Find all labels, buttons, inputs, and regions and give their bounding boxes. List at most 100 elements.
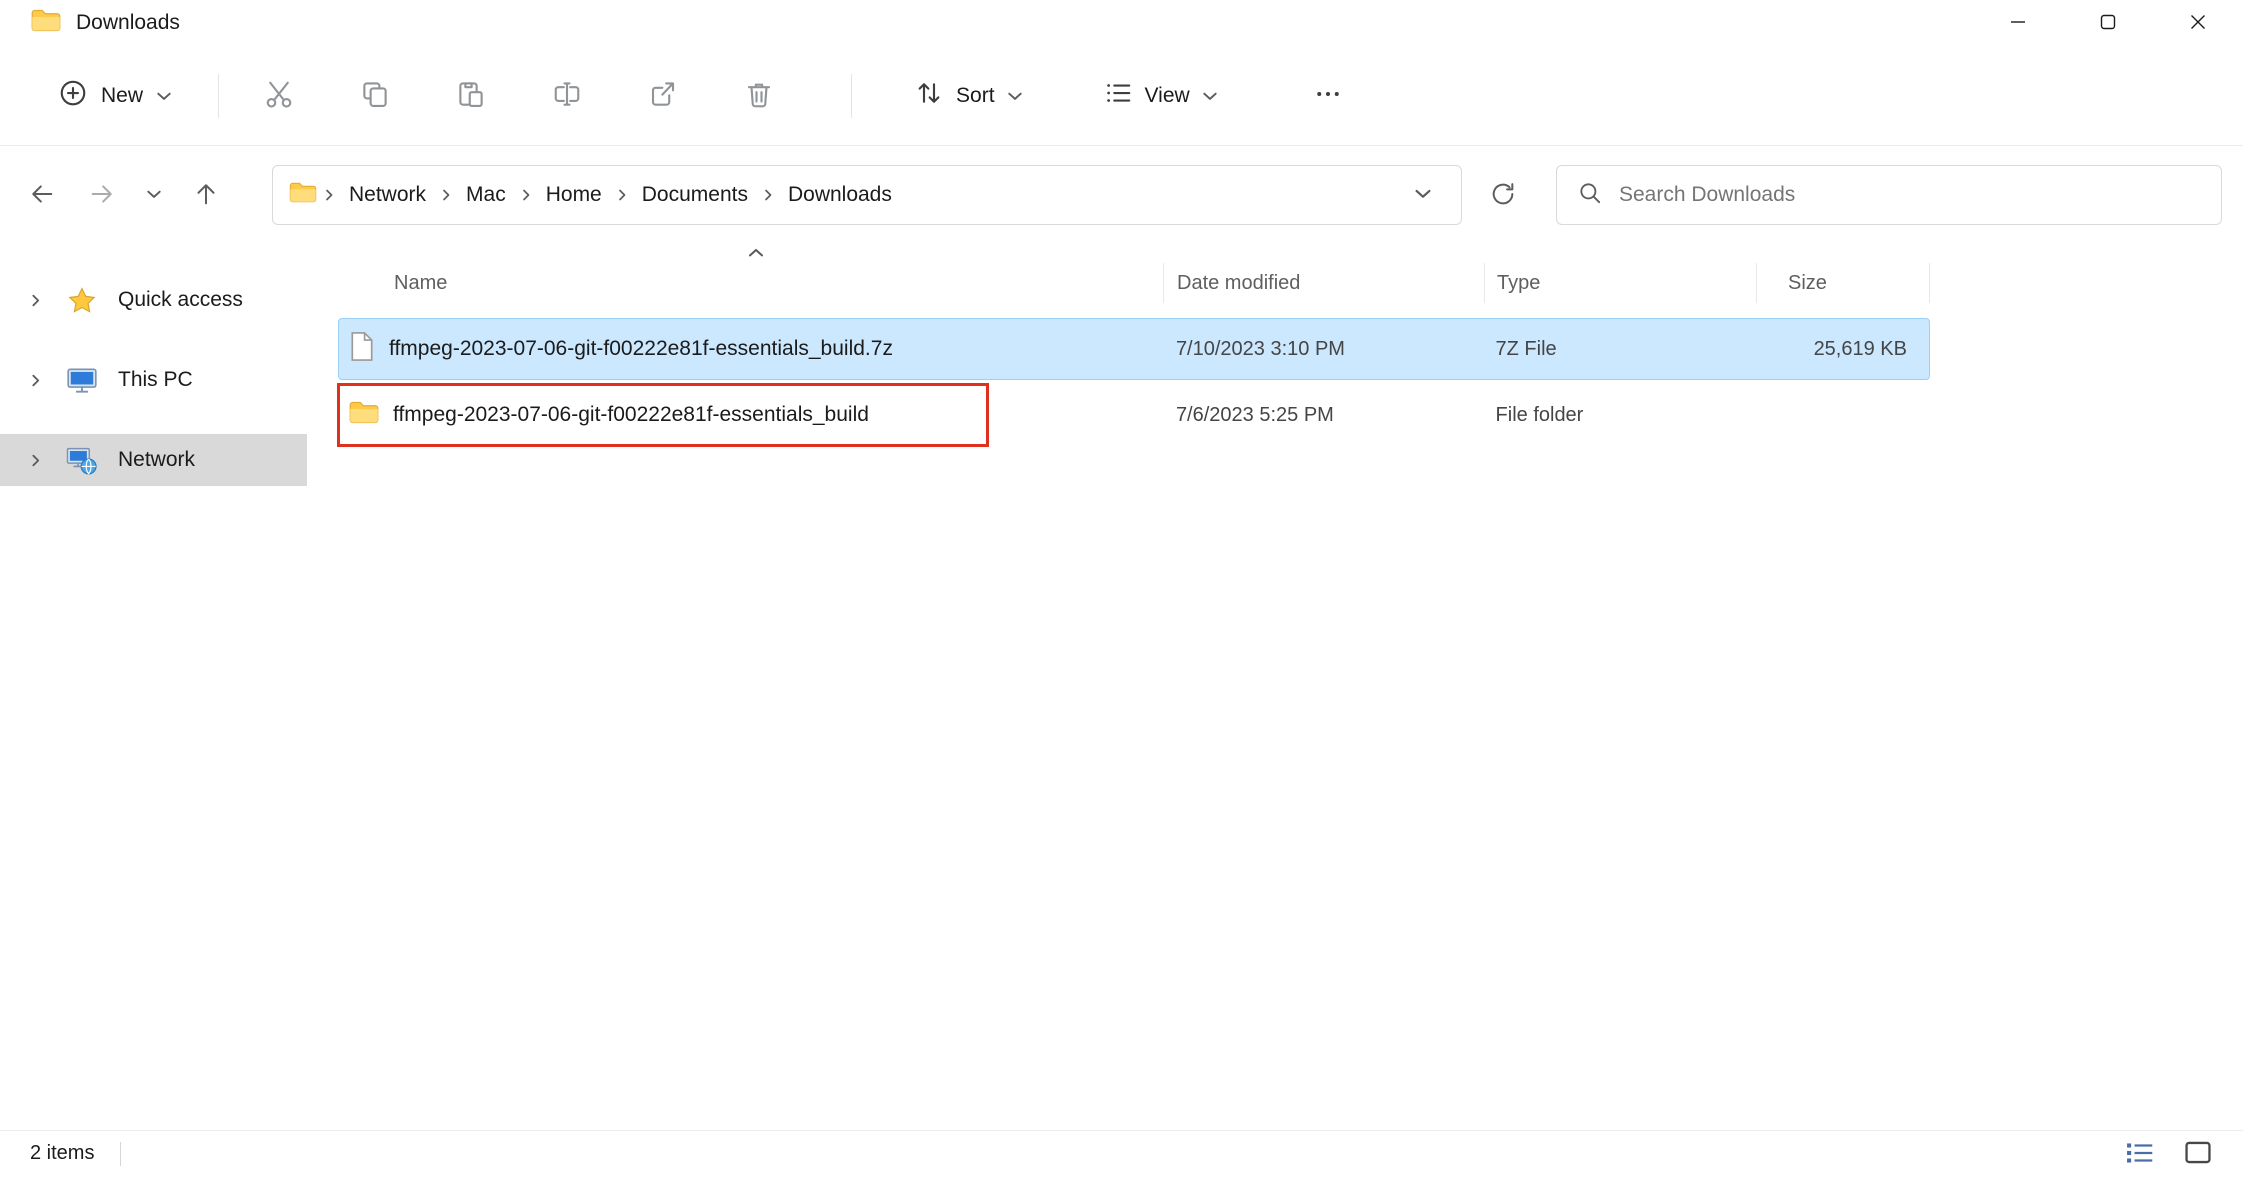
file-list-area: Name Date modified Type Size ffmpeg-2023… [307,244,2243,1130]
sidebar-item-label: Network [118,448,196,471]
forward-button[interactable] [72,165,132,225]
share-button[interactable] [631,65,695,127]
monitor-icon [58,366,106,395]
view-toggle-group [2119,1131,2219,1177]
rename-button[interactable] [535,65,599,127]
window-title: Downloads [76,11,180,34]
chevron-down-icon [1414,187,1432,203]
navigation-bar: Network Mac Home Documents Downloads [0,146,2243,244]
file-icon [349,331,375,368]
new-button[interactable]: New [40,65,190,127]
chevron-down-icon [1202,84,1218,108]
refresh-icon [1489,180,1517,211]
address-bar[interactable]: Network Mac Home Documents Downloads [272,165,1462,225]
refresh-button[interactable] [1474,165,1532,225]
sidebar-item-network[interactable]: Network [0,434,307,486]
sidebar-item-this-pc[interactable]: This PC [0,354,307,406]
search-box [1556,165,2222,225]
details-view-icon [2125,1140,2155,1169]
file-name-cell: ffmpeg-2023-07-06-git-f00222e81f-essenti… [339,400,1163,431]
rename-icon [552,79,582,112]
copy-icon [360,79,390,112]
sort-ascending-indicator [747,246,765,264]
file-row-folder[interactable]: ffmpeg-2023-07-06-git-f00222e81f-essenti… [337,383,1930,447]
file-name: ffmpeg-2023-07-06-git-f00222e81f-essenti… [389,337,893,360]
folder-icon [289,181,317,209]
chevron-right-icon[interactable] [20,453,50,468]
new-button-label: New [101,83,144,107]
breadcrumb-item-home[interactable]: Home [538,177,610,213]
file-date-modified: 7/6/2023 5:25 PM [1175,403,1334,426]
toolbar-divider [851,73,853,118]
breadcrumb-item-downloads[interactable]: Downloads [780,177,900,213]
forward-icon [88,180,116,211]
sidebar-item-label: Quick access [118,288,243,311]
paste-icon [456,79,486,112]
search-input[interactable] [1619,183,2201,207]
sort-icon [914,78,944,114]
file-date-modified: 7/10/2023 3:10 PM [1175,337,1345,360]
chevron-right-icon[interactable] [20,373,50,388]
more-options-button[interactable] [1296,65,1360,127]
back-icon [28,180,56,211]
breadcrumb-item-mac[interactable]: Mac [458,177,514,213]
up-button[interactable] [176,165,236,225]
file-name-cell: ffmpeg-2023-07-06-git-f00222e81f-essenti… [339,331,1163,368]
thumbnail-view-button[interactable] [2177,1135,2219,1173]
file-rows: ffmpeg-2023-07-06-git-f00222e81f-essenti… [337,318,2243,447]
new-plus-icon [58,78,88,114]
sidebar: Quick access This PC Network [0,244,307,1130]
breadcrumb-separator-icon [438,188,454,202]
search-icon [1577,180,1603,211]
recent-locations-button[interactable] [132,165,176,225]
item-count: 2 items [30,1142,95,1164]
column-header-name[interactable]: Name [338,263,1163,303]
file-name: ffmpeg-2023-07-06-git-f00222e81f-essenti… [393,403,869,426]
status-divider [120,1141,122,1166]
maximize-icon [2100,14,2116,33]
delete-button[interactable] [727,65,791,127]
title-bar: Downloads [0,0,2243,46]
column-header-size[interactable]: Size [1756,263,1930,303]
sidebar-item-quick-access[interactable]: Quick access [0,274,307,326]
cut-button[interactable] [247,65,311,127]
column-header-type[interactable]: Type [1484,263,1756,303]
breadcrumb-item-network[interactable]: Network [341,177,434,213]
breadcrumb-separator-icon [518,188,534,202]
folder-icon [31,8,61,38]
view-button[interactable]: View [1087,65,1234,127]
file-size: 25,619 KB [1813,337,1907,360]
thumbnail-view-icon [2184,1140,2212,1168]
command-toolbar: New Sort View [0,46,2243,146]
recent-chevron-icon [146,188,162,203]
sort-button-label: Sort [956,83,995,107]
network-icon [58,446,106,475]
sort-button[interactable]: Sort [898,65,1039,127]
status-bar: 2 items [0,1130,2243,1176]
breadcrumb-separator-icon [321,188,337,202]
chevron-down-icon [1007,84,1023,108]
back-button[interactable] [12,165,72,225]
breadcrumb-separator-icon [760,188,776,202]
up-icon [192,180,220,211]
body-area: Quick access This PC Network Name Date m… [0,244,2243,1130]
close-button[interactable] [2153,0,2243,46]
more-icon [1313,79,1343,112]
share-icon [648,79,678,112]
copy-button[interactable] [343,65,407,127]
chevron-right-icon[interactable] [20,293,50,308]
file-row-archive[interactable]: ffmpeg-2023-07-06-git-f00222e81f-essenti… [338,318,1930,380]
minimize-button[interactable] [1973,0,2063,46]
chevron-down-icon [156,84,172,108]
maximize-button[interactable] [2063,0,2153,46]
paste-button[interactable] [439,65,503,127]
close-icon [2190,14,2206,33]
breadcrumb-item-documents[interactable]: Documents [634,177,756,213]
star-icon [58,286,106,315]
view-icon [1103,78,1133,114]
details-view-button[interactable] [2119,1135,2161,1173]
address-dropdown-button[interactable] [1401,173,1445,217]
nav-history-buttons [12,165,236,225]
file-type: File folder [1495,403,1584,426]
column-header-date-modified[interactable]: Date modified [1163,263,1484,303]
